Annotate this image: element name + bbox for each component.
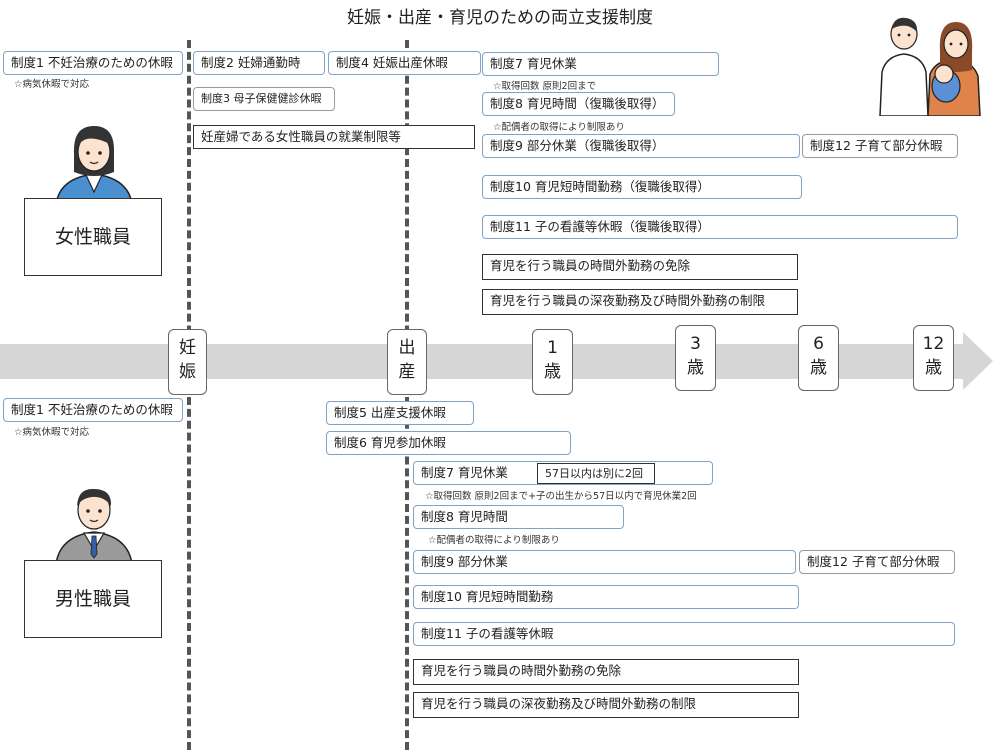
female-worker-icon bbox=[55, 126, 133, 204]
stage-age3-unit: 歳 bbox=[687, 358, 704, 378]
female-s1-note: ☆病気休暇で対応 bbox=[14, 79, 90, 90]
timeline-arrowhead bbox=[963, 332, 993, 390]
female-s10-short-hours: 制度10 育児短時間勤務（復職後取得） bbox=[482, 175, 802, 199]
female-overtime-exemption: 育児を行う職員の時間外勤務の免除 bbox=[482, 254, 798, 280]
stage-age12-unit: 歳 bbox=[925, 358, 942, 378]
female-s11-child-nursing-leave: 制度11 子の看護等休暇（復職後取得） bbox=[482, 215, 958, 239]
male-night-overtime-limit: 育児を行う職員の深夜勤務及び時間外勤務の制限 bbox=[413, 692, 799, 718]
male-s12-parenting-partial-leave: 制度12 子育て部分休暇 bbox=[799, 550, 955, 574]
stage-birth-char1: 出 bbox=[398, 338, 416, 358]
female-s9-partial-leave: 制度9 部分休業（復職後取得） bbox=[482, 134, 800, 158]
male-s7-note: ☆取得回数 原則2回まで+子の出生から57日以内で育児休業2回 bbox=[425, 491, 697, 502]
stage-age1-unit: 歳 bbox=[544, 362, 561, 382]
male-s9-partial-leave: 制度9 部分休業 bbox=[413, 550, 796, 574]
page-title: 妊娠・出産・育児のための両立支援制度 bbox=[347, 8, 653, 28]
stage-pregnancy: 妊 娠 bbox=[168, 329, 207, 395]
female-s8-childcare-time: 制度8 育児時間（復職後取得） bbox=[482, 92, 675, 116]
male-s6-childcare-participation-leave: 制度6 育児参加休暇 bbox=[326, 431, 571, 455]
pregnancy-divider bbox=[187, 40, 191, 750]
female-s4-maternity-leave: 制度4 妊娠出産休暇 bbox=[328, 51, 481, 75]
stage-age3-num: 3 bbox=[690, 334, 701, 354]
stage-age6-num: 6 bbox=[813, 334, 824, 354]
male-s1-note: ☆病気休暇で対応 bbox=[14, 427, 90, 438]
female-s12-parenting-partial-leave: 制度12 子育て部分休暇 bbox=[802, 134, 958, 158]
female-s7-childcare-leave: 制度7 育児休業 bbox=[482, 52, 719, 76]
female-s8-note: ☆配偶者の取得により制限あり bbox=[493, 122, 625, 133]
female-s3-checkup-leave: 制度3 母子保健健診休暇 bbox=[193, 87, 335, 111]
male-worker-icon bbox=[55, 488, 133, 564]
stage-age12: 12 歳 bbox=[913, 325, 954, 391]
male-s10-short-hours: 制度10 育児短時間勤務 bbox=[413, 585, 799, 609]
male-s8-note: ☆配偶者の取得により制限あり bbox=[428, 535, 560, 546]
male-s7-extra-badge: 57日以内は別に2回 bbox=[537, 463, 655, 484]
female-s2-commute: 制度2 妊婦通勤時 bbox=[193, 51, 325, 75]
stage-age1-num: 1 bbox=[547, 338, 558, 358]
stage-age12-num: 12 bbox=[922, 334, 945, 354]
stage-birth: 出 産 bbox=[387, 329, 427, 395]
male-s8-childcare-time: 制度8 育児時間 bbox=[413, 505, 624, 529]
male-overtime-exemption: 育児を行う職員の時間外勤務の免除 bbox=[413, 659, 799, 685]
female-worker-label: 女性職員 bbox=[24, 198, 162, 276]
male-s1-infertility-leave: 制度1 不妊治療のための休暇 bbox=[3, 398, 183, 422]
stage-pregnancy-char1: 妊 bbox=[179, 338, 196, 358]
stage-age6: 6 歳 bbox=[798, 325, 839, 391]
female-s1-infertility-leave: 制度1 不妊治療のための休暇 bbox=[3, 51, 183, 75]
female-work-restriction: 妊産婦である女性職員の就業制限等 bbox=[193, 125, 475, 149]
stage-age1: 1 歳 bbox=[532, 329, 573, 395]
stage-age6-unit: 歳 bbox=[810, 358, 827, 378]
stage-birth-char2: 産 bbox=[398, 362, 416, 382]
male-s5-birth-support-leave: 制度5 出産支援休暇 bbox=[326, 401, 474, 425]
family-icon bbox=[879, 17, 981, 116]
stage-pregnancy-char2: 娠 bbox=[179, 362, 196, 382]
stage-age3: 3 歳 bbox=[675, 325, 716, 391]
female-s7-note: ☆取得回数 原則2回まで bbox=[493, 81, 597, 92]
male-s11-child-nursing-leave: 制度11 子の看護等休暇 bbox=[413, 622, 955, 646]
female-night-overtime-limit: 育児を行う職員の深夜勤務及び時間外勤務の制限 bbox=[482, 289, 798, 315]
male-worker-label: 男性職員 bbox=[24, 560, 162, 638]
